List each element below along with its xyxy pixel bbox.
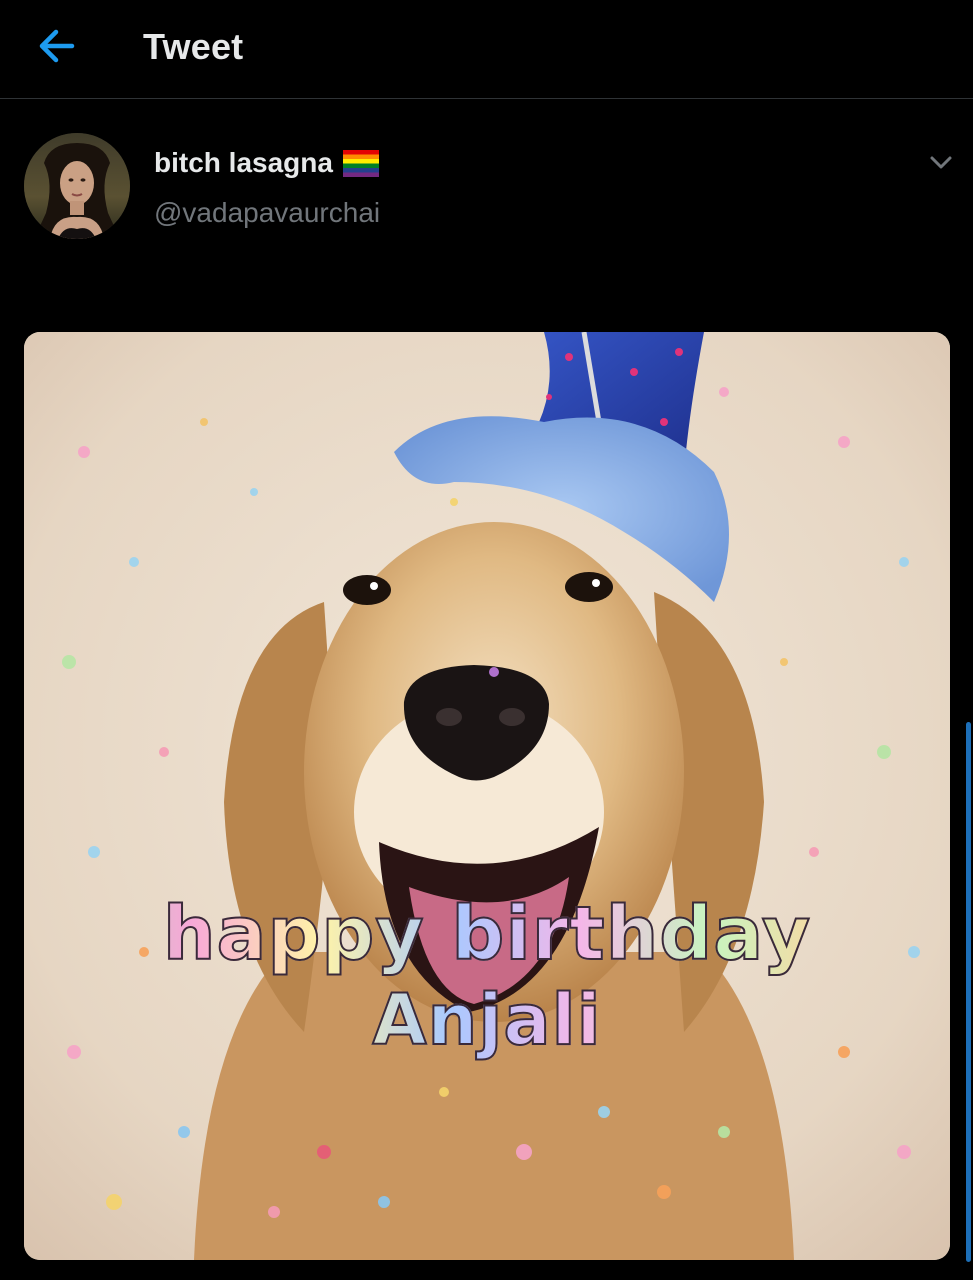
scrollbar[interactable]: [966, 722, 971, 1262]
more-options-button[interactable]: [924, 148, 958, 178]
tweet-media-image[interactable]: happy birthday Anjali: [24, 332, 950, 1260]
image-caption-line-1: happy birthday: [24, 891, 950, 977]
author-name-row[interactable]: bitch lasagna: [154, 147, 379, 179]
author-display-name: bitch lasagna: [154, 147, 333, 178]
birthday-dog-photo: [24, 332, 950, 1260]
image-caption-line-2: Anjali: [24, 979, 950, 1061]
top-app-bar: Tweet: [0, 0, 973, 99]
avatar-image: [24, 133, 130, 239]
back-button[interactable]: [30, 24, 80, 68]
author-avatar[interactable]: [24, 133, 130, 239]
chevron-down-icon: [930, 156, 952, 169]
arrow-left-icon: [39, 29, 75, 63]
author-handle[interactable]: @vadapavaurchai: [154, 197, 380, 229]
page-title: Tweet: [143, 26, 244, 67]
rainbow-flag-icon: [342, 149, 379, 177]
